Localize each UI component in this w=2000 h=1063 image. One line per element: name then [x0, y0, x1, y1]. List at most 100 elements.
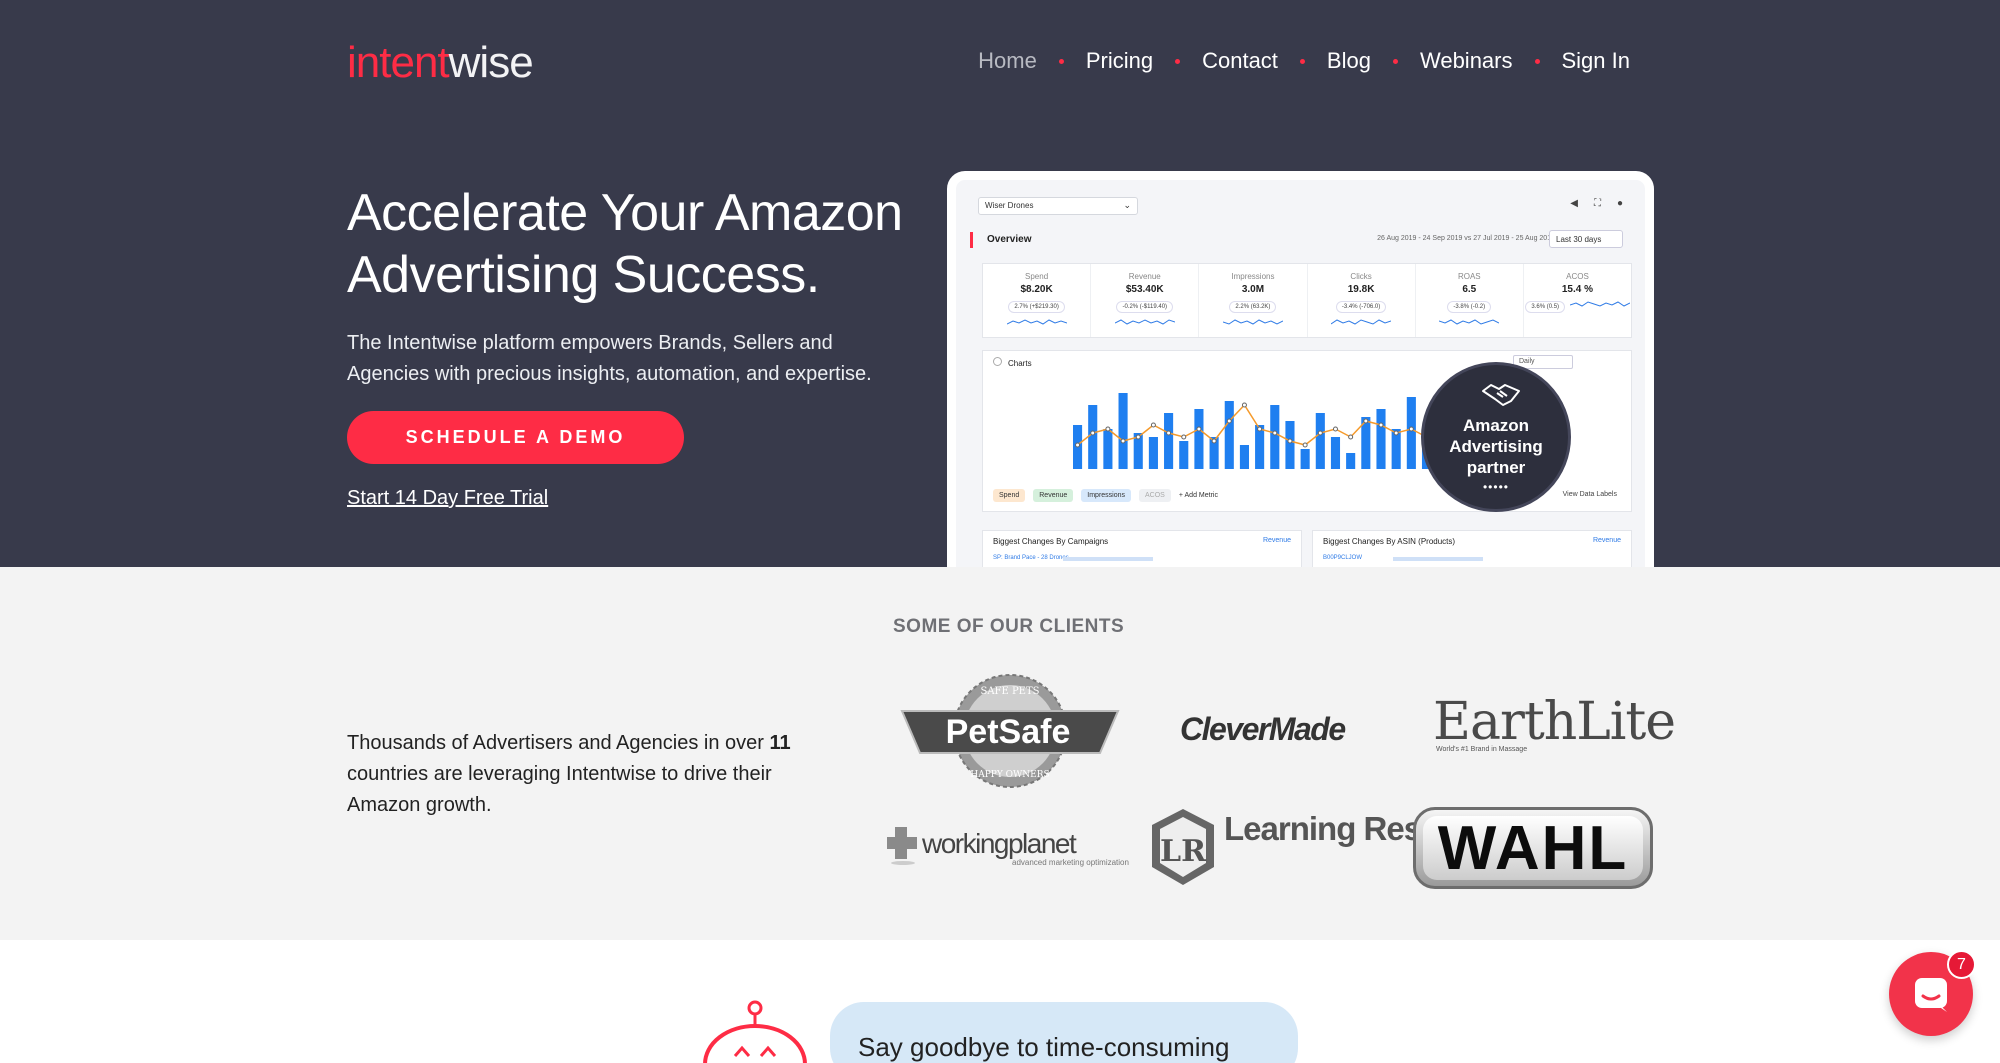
petsafe-wordmark: PetSafe [946, 713, 1071, 751]
chart-bar [1118, 393, 1128, 469]
card-row: B00P9CLJOW [1323, 555, 1363, 561]
kpi-value: 15.4 % [1561, 284, 1594, 295]
chart-bar [1376, 409, 1386, 469]
kpi-label: ROAS [1457, 272, 1481, 281]
chart-bar [1179, 441, 1189, 469]
chart-bar [1088, 405, 1098, 469]
sparkline [1330, 319, 1392, 325]
legend-revenue: Revenue [1033, 489, 1074, 502]
hero-title: Accelerate Your Amazon Advertising Succe… [347, 184, 903, 304]
clients-heading: SOME OF OUR CLIENTS [893, 616, 1125, 637]
petsafe-ring-top: SAFE PETS [980, 686, 1039, 697]
chart-point [1332, 426, 1338, 432]
kpi-delta: -3.4% (-706.0) [1335, 301, 1387, 313]
chart-point [1348, 434, 1354, 440]
card-metric: Revenue [1262, 537, 1291, 544]
chart-bar [1406, 397, 1416, 469]
chart-bar [1300, 449, 1310, 469]
chart-point [1272, 430, 1278, 436]
chat-icon [1915, 978, 1947, 1012]
chart-legend: Spend Revenue Impressions ACOS + Add Met… [993, 489, 1218, 502]
handshake-icon [1482, 384, 1520, 406]
chart-point [1196, 426, 1202, 432]
chart-point [1120, 438, 1126, 444]
chart-point [1105, 426, 1111, 432]
nav-separator [1299, 58, 1305, 64]
kpi-value: 6.5 [1462, 284, 1477, 295]
earthlite-tagline: World's #1 Brand in Massage [1436, 746, 1528, 753]
clients-text-before: Thousands of Advertisers and Agencies in… [347, 732, 764, 754]
chart-bar [1239, 445, 1249, 469]
legend-acos: ACOS [1139, 489, 1171, 502]
chart-point [1393, 430, 1399, 436]
kpi-label: Impressions [1231, 272, 1275, 281]
chart-point [1181, 434, 1187, 440]
chart-point [1075, 442, 1081, 448]
nav-sign-in[interactable]: Sign In [1562, 48, 1631, 74]
account-name: Wiser Drones [985, 201, 1034, 210]
logo-part-intent: intent [347, 38, 450, 87]
kpi-card: Revenue $53.40K -0.2% (-$119.40) [1091, 264, 1200, 337]
chart-bar [1330, 437, 1341, 469]
nav-separator [1058, 58, 1064, 64]
kpi-delta: 2.2% (63.2K) [1229, 301, 1277, 313]
chart-bar [1315, 413, 1325, 469]
view-data-labels: View Data Labels [1562, 491, 1617, 498]
sparkline [1114, 319, 1175, 325]
main-nav: Home Pricing Contact Blog Webinars Sign … [978, 48, 1630, 74]
kpi-delta: -3.8% (-0.2) [1447, 301, 1492, 313]
learning-resources-icon: LR [1152, 809, 1214, 885]
card-title: Biggest Changes By ASIN (Products) [1323, 537, 1456, 546]
schedule-demo-button[interactable]: SCHEDULE A DEMO [347, 411, 684, 464]
kpi-value: $8.20K [1020, 284, 1053, 295]
free-trial-link[interactable]: Start 14 Day Free Trial [347, 487, 548, 510]
legend-impressions: Impressions [1081, 489, 1132, 502]
account-select: Wiser Drones ⌄ [978, 197, 1138, 215]
chart-bar [1103, 429, 1113, 469]
logo-part-wise: wise [448, 38, 534, 87]
partner-text: Amazon Advertising partner [1449, 416, 1543, 477]
intentwise-logo[interactable]: intentwise [347, 38, 534, 88]
chart-bar [1224, 401, 1234, 469]
add-metric: + Add Metric [1178, 492, 1218, 499]
nav-home[interactable]: Home [978, 48, 1037, 74]
asin-changes-card: Biggest Changes By ASIN (Products) Reven… [1312, 530, 1632, 567]
dashboard-screenshot: Wiser Drones ⌄ ◀ ⛶ ● Overview 26 Aug 201… [947, 171, 1654, 567]
kpi-row: Spend $8.20K 2.7% (+$219.30) Revenue $53… [982, 263, 1632, 338]
chart-point [1257, 426, 1263, 432]
nav-webinars[interactable]: Webinars [1420, 48, 1513, 74]
campaign-changes-card: Biggest Changes By Campaigns Revenue SP:… [982, 530, 1302, 567]
chart-point [1317, 430, 1323, 436]
card-title: Biggest Changes By Campaigns [993, 537, 1109, 546]
fullscreen-icon: ⛶ [1593, 198, 1601, 209]
kpi-card: Spend $8.20K 2.7% (+$219.30) [983, 264, 1092, 337]
kpi-label: Spend [1025, 272, 1049, 281]
unread-count-badge: 7 [1947, 950, 1976, 979]
nav-pricing[interactable]: Pricing [1086, 48, 1153, 74]
chart-point [1378, 422, 1384, 428]
sparkline [1569, 301, 1630, 307]
chart-point [1241, 402, 1247, 408]
bubble-text: Say goodbye to time-consuming [858, 1032, 1230, 1062]
card-metric: Revenue [1592, 537, 1621, 544]
wahl-wordmark: WAHL [1423, 814, 1643, 883]
sparkline [1222, 319, 1284, 325]
chart-point [1211, 438, 1217, 444]
user-avatar-icon: ● [1616, 198, 1623, 209]
kpi-label: Revenue [1128, 272, 1161, 281]
nav-contact[interactable]: Contact [1202, 48, 1278, 74]
kpi-card: Impressions 3.0M 2.2% (63.2K) [1199, 264, 1308, 337]
clients-text-after: countries are leveraging Intentwise to d… [347, 763, 772, 816]
workingplanet-tagline: advanced marketing optimization [1012, 858, 1129, 867]
chevron-down-icon: ⌄ [1123, 200, 1131, 210]
card-row: SP: Brand Pace - 28 Drones [993, 555, 1069, 561]
hero-subtitle: The Intentwise platform empowers Brands,… [347, 332, 872, 385]
nav-blog[interactable]: Blog [1327, 48, 1371, 74]
sparkline [1006, 319, 1067, 325]
nav-separator [1392, 58, 1398, 64]
card-bar [1063, 557, 1153, 561]
kpi-delta: -0.2% (-$119.40) [1116, 301, 1174, 313]
card-bar [1393, 557, 1483, 561]
kpi-delta: 3.6% (0.5) [1525, 301, 1566, 313]
workingplanet-icon [887, 827, 917, 865]
